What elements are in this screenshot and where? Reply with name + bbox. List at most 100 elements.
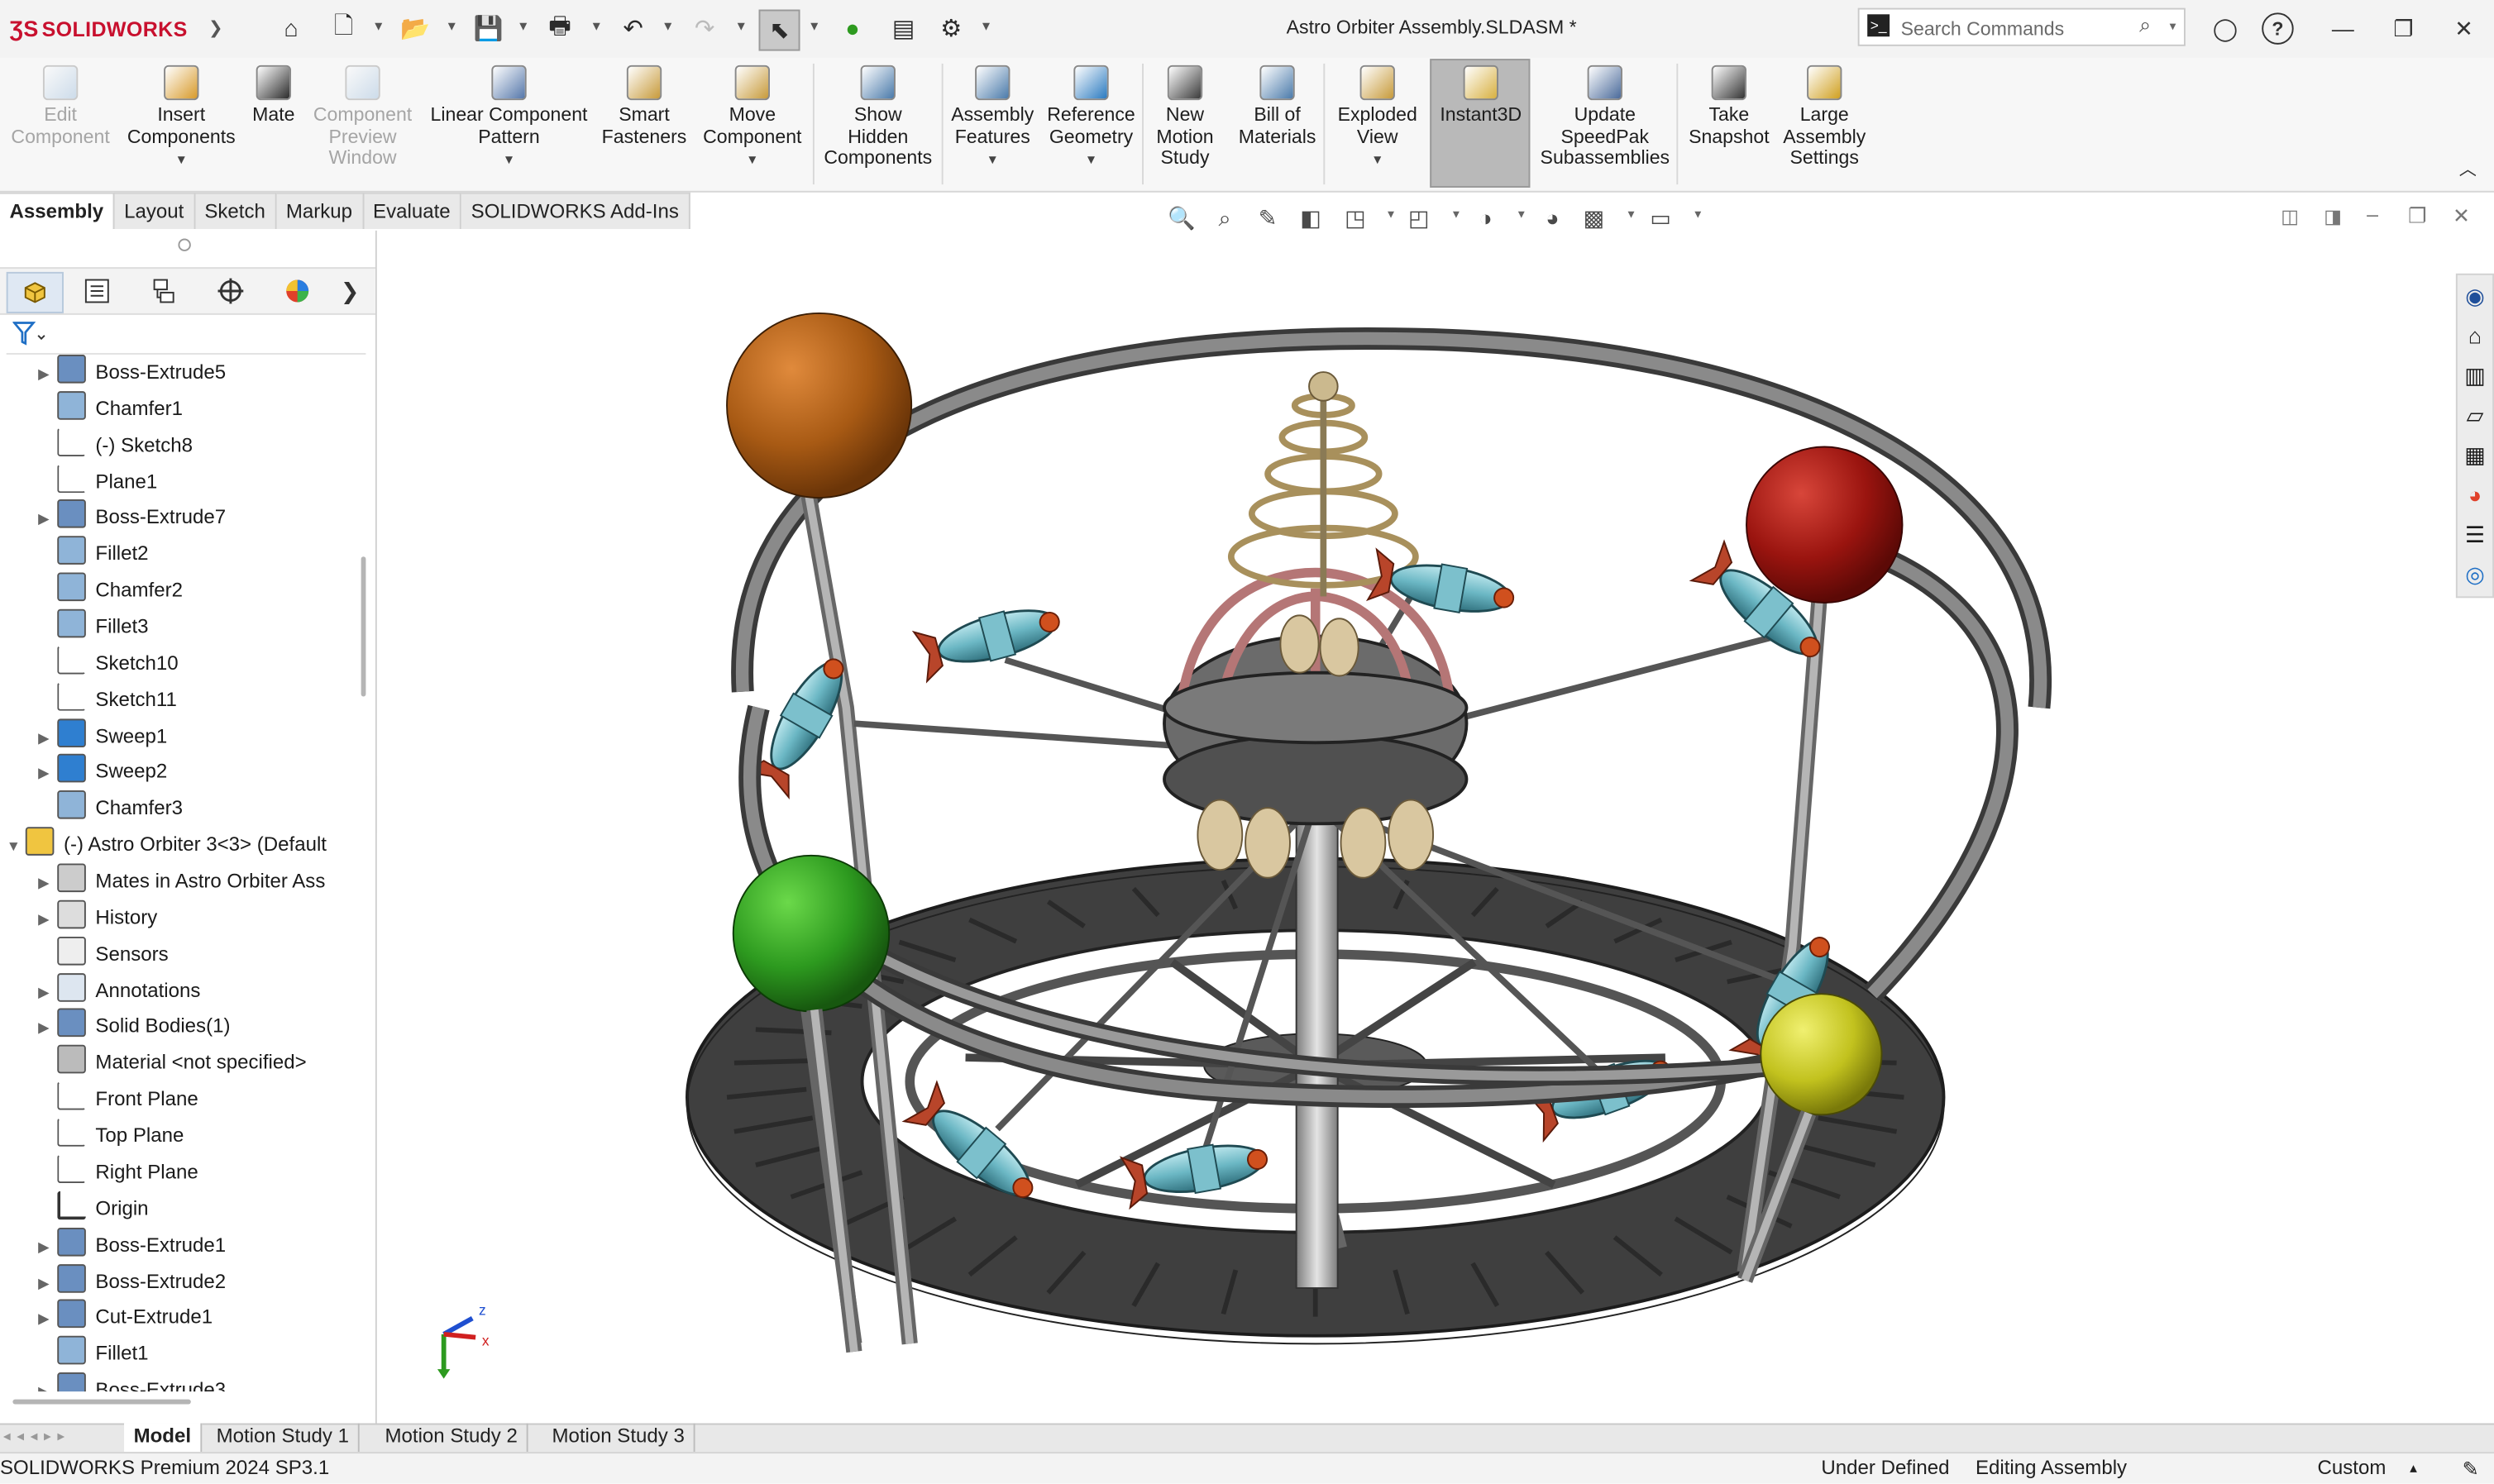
viewport-minimize-icon[interactable]: –: [2367, 202, 2378, 226]
tab-motion-study-2[interactable]: Motion Study 2: [375, 1423, 529, 1453]
collapse-ribbon-icon[interactable]: ︿: [2459, 156, 2477, 182]
expand-arrow-icon[interactable]: ▶: [38, 1010, 57, 1045]
expand-arrow-icon[interactable]: ▶: [38, 1229, 57, 1263]
hud-dropdown-caret-icon[interactable]: ▼: [1693, 210, 1703, 221]
configurationmanager-tab[interactable]: [136, 272, 190, 310]
tree-item[interactable]: ▶ Boss-Extrude5: [38, 354, 226, 389]
tree-item[interactable]: ▶ Boss-Extrude7: [38, 499, 226, 537]
astro-orbiter-3d-model[interactable]: [377, 231, 2494, 1424]
edit-appearance-icon[interactable]: ◕: [1536, 202, 1568, 233]
tab-scroll-arrows-icon[interactable]: ◂◂◂▸▸: [3, 1428, 71, 1445]
hud-dropdown-caret-icon[interactable]: ▼: [1516, 210, 1526, 221]
hud-dropdown-caret-icon[interactable]: ▼: [1626, 210, 1636, 221]
tree-item[interactable]: Material <not specified>: [38, 1045, 307, 1080]
user-account-icon[interactable]: ◯: [2205, 10, 2246, 48]
tree-vertical-scrollbar[interactable]: [361, 556, 366, 697]
filter-funnel-icon[interactable]: [12, 322, 47, 347]
displaymanager-tab[interactable]: [270, 272, 324, 310]
dropdown-caret-icon[interactable]: ▼: [124, 150, 238, 171]
open-folder-icon[interactable]: 📂: [396, 10, 434, 48]
file-properties-icon[interactable]: ▤: [884, 10, 922, 48]
tree-item[interactable]: ▶ Sweep2: [38, 754, 167, 791]
tree-filter-row[interactable]: [6, 315, 366, 355]
home-task-icon[interactable]: ⌂: [2461, 322, 2490, 351]
print-icon[interactable]: 🖶: [541, 10, 579, 48]
expand-arrow-icon[interactable]: ▶: [38, 502, 57, 537]
take-snapshot-button[interactable]: Take Snapshot: [1683, 60, 1775, 148]
dropdown-caret-icon[interactable]: ▼: [1330, 150, 1425, 171]
dropdown-caret-icon[interactable]: ▼: [980, 19, 992, 33]
file-explorer-icon[interactable]: ▱: [2461, 401, 2490, 430]
zoom-to-area-icon[interactable]: ⌕: [1209, 202, 1240, 233]
design-library-icon[interactable]: ▥: [2461, 361, 2490, 390]
tree-item[interactable]: Fillet1: [38, 1336, 149, 1371]
close-button[interactable]: ✕: [2443, 10, 2484, 48]
expand-arrow-icon[interactable]: ▶: [38, 756, 57, 791]
tree-item[interactable]: ▶ History: [38, 899, 157, 934]
dropdown-caret-icon[interactable]: ▼: [446, 19, 458, 33]
viewport-tile-right-icon[interactable]: ◨: [2324, 205, 2342, 227]
home-icon[interactable]: ⌂: [272, 10, 310, 48]
bill-of-materials-button[interactable]: Bill of Materials: [1235, 60, 1321, 148]
view-palette-icon[interactable]: ▦: [2461, 441, 2490, 470]
view-settings-icon[interactable]: ▭: [1645, 202, 1676, 233]
tree-item[interactable]: Front Plane: [38, 1081, 198, 1116]
tree-item[interactable]: Chamfer1: [38, 390, 183, 426]
tree-item[interactable]: ▶ Cut-Extrude1: [38, 1300, 213, 1334]
tree-item[interactable]: ▶ Boss-Extrude2: [38, 1263, 226, 1298]
hide-show-items-icon[interactable]: ◑: [1469, 202, 1501, 233]
tree-item[interactable]: Chamfer3: [38, 790, 183, 826]
mate-button[interactable]: Mate: [243, 60, 303, 126]
reference-geometry-button[interactable]: Reference Geometry ▼: [1042, 60, 1140, 171]
redo-icon[interactable]: ↷: [686, 10, 724, 48]
more-tabs-chevron-icon[interactable]: ❯: [334, 272, 366, 310]
apply-scene-icon[interactable]: ▩: [1578, 202, 1609, 233]
dropdown-caret-icon[interactable]: ▼: [808, 19, 820, 33]
tab-motion-study-1[interactable]: Motion Study 1: [207, 1423, 361, 1453]
tree-item[interactable]: ▶ Mates in Astro Orbiter Ass: [38, 863, 325, 899]
tree-item[interactable]: Fillet3: [38, 608, 149, 644]
forum-icon[interactable]: ◎: [2461, 560, 2490, 589]
dimxpertmanager-tab[interactable]: [203, 272, 257, 310]
move-component-button[interactable]: Move Component ▼: [695, 60, 810, 171]
options-gear-icon[interactable]: ⚙: [932, 10, 970, 48]
zoom-to-fit-icon[interactable]: 🔍: [1166, 202, 1197, 233]
restore-button[interactable]: ❐: [2382, 10, 2424, 48]
rebuild-traffic-light-icon[interactable]: ●: [834, 10, 872, 48]
dropdown-caret-icon[interactable]: ▼: [735, 19, 748, 33]
dropdown-caret-icon[interactable]: ▼: [662, 19, 674, 33]
graphics-viewport[interactable]: z x: [376, 230, 2494, 1424]
tab-solidworks-add-ins[interactable]: SOLIDWORKS Add-Ins: [461, 192, 690, 229]
instant3d-button[interactable]: Instant3D: [1433, 60, 1528, 126]
dropdown-caret-icon[interactable]: ▼: [1042, 150, 1140, 171]
solidworks-resources-icon[interactable]: ◉: [2461, 281, 2490, 310]
dropdown-caret-icon[interactable]: ▼: [695, 150, 810, 171]
tree-item[interactable]: ▶ Annotations: [38, 972, 200, 1007]
minimize-button[interactable]: —: [2322, 10, 2363, 48]
tree-item[interactable]: ▶ Sweep1: [38, 718, 167, 753]
dropdown-caret-icon[interactable]: ▼: [426, 150, 591, 171]
tab-markup[interactable]: Markup: [276, 192, 364, 229]
tree-item[interactable]: ▶ Boss-Extrude1: [38, 1227, 226, 1262]
tree-item[interactable]: Origin: [38, 1191, 149, 1225]
expand-arrow-icon[interactable]: ▶: [38, 865, 57, 899]
show-hidden-components-button[interactable]: Show Hidden Components: [818, 60, 939, 169]
tab-model[interactable]: Model: [124, 1423, 203, 1453]
search-commands-box[interactable]: >_ ⌕ ▾: [1857, 7, 2186, 46]
insert-components-button[interactable]: Insert Components ▼: [124, 60, 238, 171]
appearances-icon[interactable]: ◕: [2461, 480, 2490, 509]
help-icon[interactable]: ?: [2262, 12, 2294, 45]
tree-item[interactable]: Plane1: [38, 463, 157, 499]
select-pointer-icon[interactable]: ⬉: [758, 9, 800, 51]
tree-item[interactable]: ▶ Solid Bodies(1): [38, 1009, 230, 1043]
tree-item[interactable]: Fillet2: [38, 536, 149, 571]
previous-view-icon[interactable]: ✎: [1252, 202, 1283, 233]
tree-item[interactable]: ▶ Boss-Extrude3: [38, 1372, 226, 1392]
dropdown-caret-icon[interactable]: ▼: [590, 19, 603, 33]
viewport-restore-icon[interactable]: ❐: [2408, 203, 2426, 229]
expand-arrow-icon[interactable]: ▶: [38, 720, 57, 755]
solidworks-logo[interactable]: ƷS SOLIDWORKS: [10, 11, 188, 45]
assembly-features-button[interactable]: Assembly Features ▼: [946, 60, 1039, 171]
tab-sketch[interactable]: Sketch: [194, 192, 277, 229]
search-icon[interactable]: ⌕: [2139, 12, 2151, 38]
